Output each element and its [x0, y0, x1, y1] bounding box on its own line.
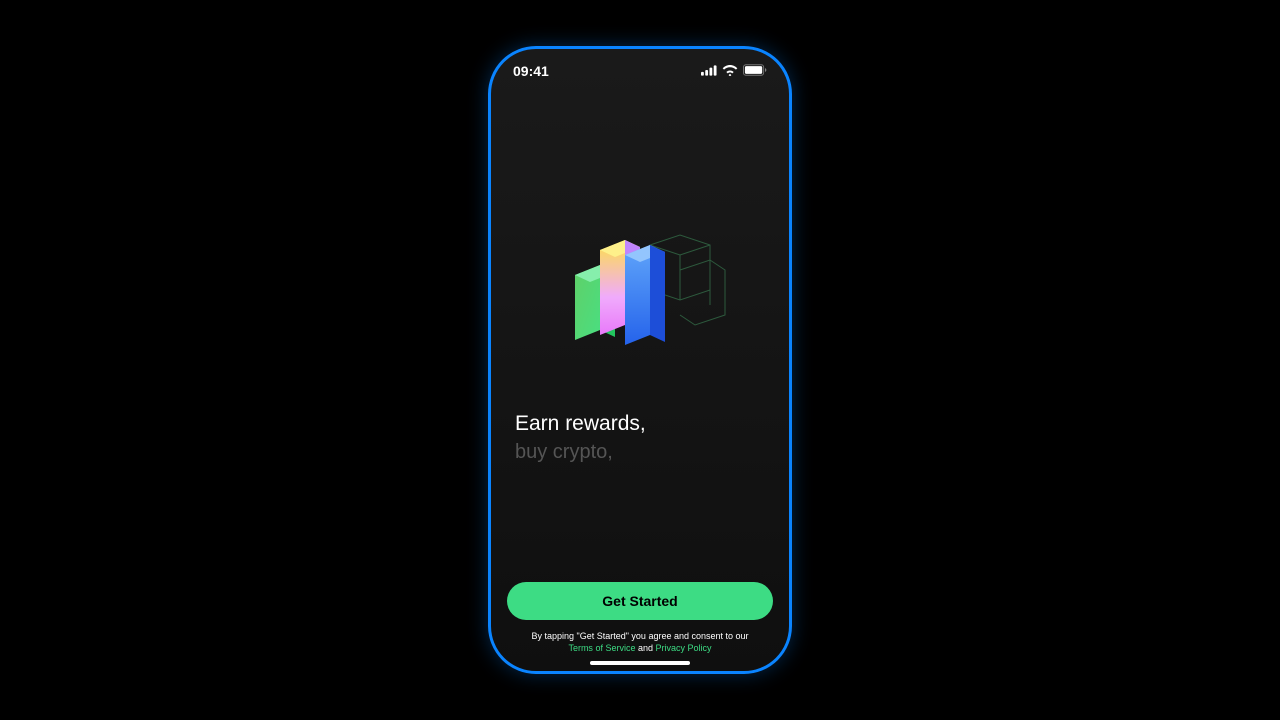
status-time: 09:41 — [513, 63, 549, 79]
headline-block: Earn rewards, buy crypto, — [507, 410, 773, 465]
status-indicators — [701, 63, 767, 79]
hero-area: Earn rewards, buy crypto, — [507, 93, 773, 582]
consent-text: By tapping "Get Started" you agree and c… — [507, 630, 773, 655]
consent-prefix: By tapping "Get Started" you agree and c… — [531, 631, 748, 641]
home-indicator[interactable] — [590, 661, 690, 665]
cellular-signal-icon — [701, 63, 717, 79]
onboarding-screen: Earn rewards, buy crypto, Get Started By… — [491, 93, 789, 671]
phone-frame: 09:41 — [488, 46, 792, 674]
status-bar: 09:41 — [491, 49, 789, 93]
cubes-illustration-icon — [550, 220, 730, 360]
privacy-policy-link[interactable]: Privacy Policy — [656, 643, 712, 653]
get-started-button[interactable]: Get Started — [507, 582, 773, 620]
consent-and: and — [638, 643, 653, 653]
headline-secondary: buy crypto, — [515, 439, 765, 465]
headline-primary: Earn rewards, — [515, 410, 765, 437]
battery-icon — [743, 63, 767, 79]
terms-of-service-link[interactable]: Terms of Service — [568, 643, 635, 653]
wifi-icon — [722, 63, 738, 79]
